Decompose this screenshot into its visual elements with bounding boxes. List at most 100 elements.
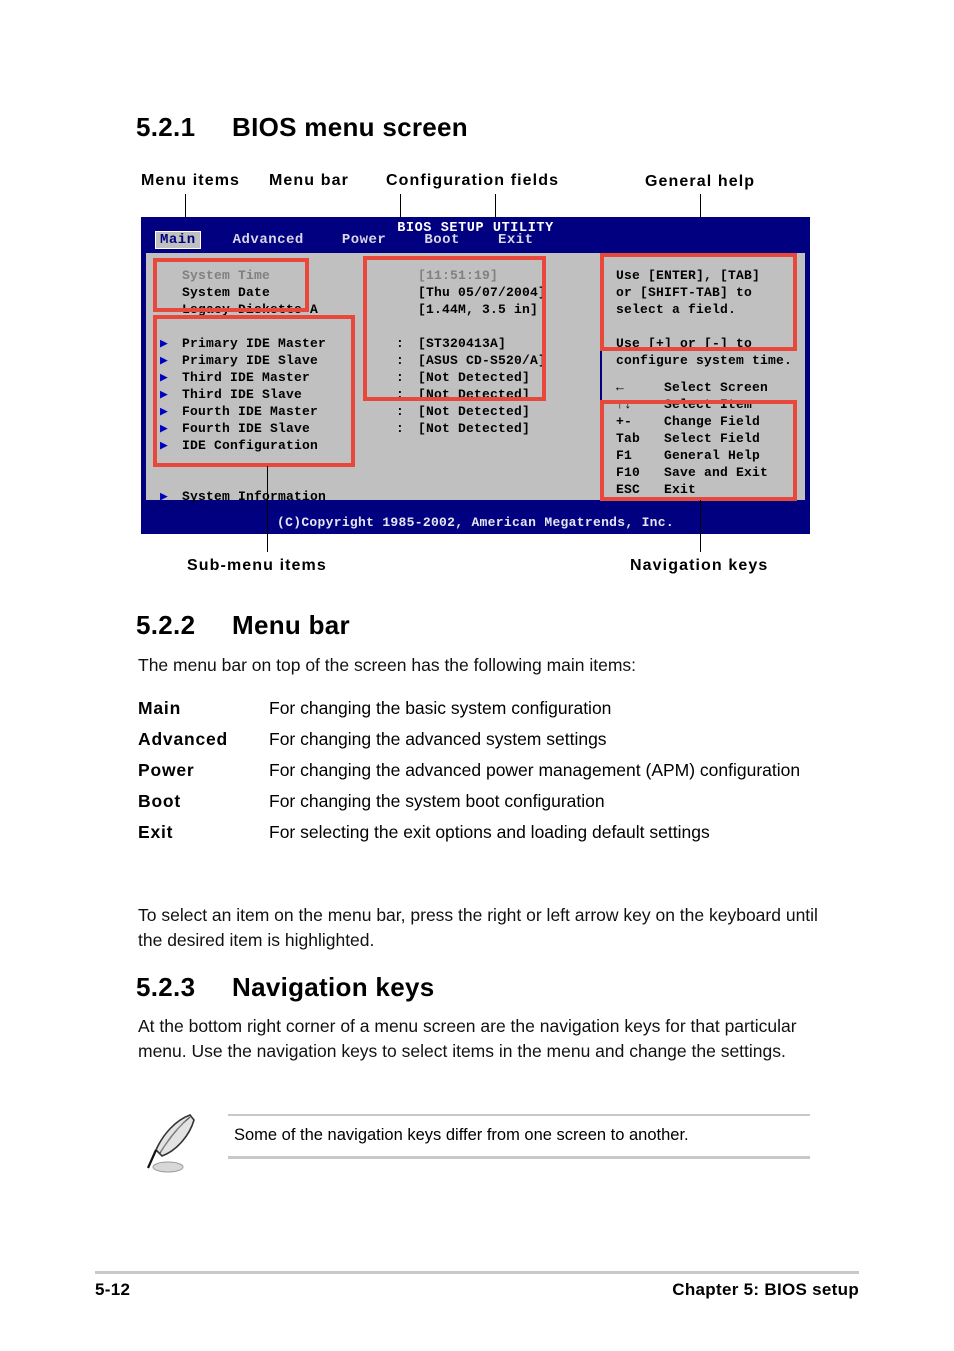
note-text: Some of the navigation keys differ from … <box>234 1126 689 1144</box>
section-number-521: 5.2.1 <box>136 112 196 142</box>
menu-bar-description: For changing the system boot configurati… <box>269 791 605 811</box>
bios-tab-exit[interactable]: Exit <box>493 231 539 249</box>
callout-configuration-fields: Configuration fields <box>386 172 560 189</box>
menu-bar-item-boot: Boot For changing the system boot config… <box>138 789 828 814</box>
menu-bar-description: For changing the advanced power manageme… <box>269 760 801 780</box>
nav-key-desc: Exit <box>664 482 697 497</box>
bios-row-label: Third IDE Slave <box>182 387 303 402</box>
bios-menu-items-column: System Time [11:51:19] System Date [Thu … <box>160 267 580 505</box>
bios-tab-power[interactable]: Power <box>337 231 392 249</box>
callout-menu-items: Menu items <box>141 172 241 189</box>
help-line: Use [+] or [-] to <box>616 336 753 351</box>
up-down-arrow-icon: ↑↓ <box>616 397 633 412</box>
bios-submenu-row-primary-ide-slave[interactable]: ▶ Primary IDE Slave : [ASUS CD-S520/A] <box>160 352 580 369</box>
bios-row-colon <box>396 301 418 318</box>
bios-row-label: IDE Configuration <box>182 438 319 453</box>
bios-submenu-row-system-information[interactable]: ▶ System Information <box>160 488 580 505</box>
menu-bar-term: Main <box>138 698 182 718</box>
bios-row-label: System Information <box>182 489 327 504</box>
bios-submenu-row-fourth-ide-master[interactable]: ▶ Fourth IDE Master : [Not Detected] <box>160 403 580 420</box>
bios-setup-screen: BIOS SETUP UTILITY Main Advanced Power B… <box>141 217 810 534</box>
callout-submenu-items: Sub-menu items <box>187 557 327 574</box>
bios-setting-row-legacy-diskette-a[interactable]: Legacy Diskette A [1.44M, 3.5 in] <box>160 301 580 318</box>
nav-key-row-save-and-exit: F10 Save and Exit <box>616 464 801 481</box>
section-title-523: Navigation keys <box>232 972 435 1002</box>
bios-row-colon: : <box>396 370 405 385</box>
footer-chapter-label: Chapter 5: BIOS setup <box>672 1280 859 1299</box>
bios-row-colon: : <box>396 336 405 351</box>
menu-bar-term: Power <box>138 760 195 780</box>
section-number-522: 5.2.2 <box>136 610 196 640</box>
footer-page-number: 5-12 <box>95 1280 131 1299</box>
bios-row-value[interactable]: [Thu 05/07/2004] <box>418 284 546 301</box>
bios-row-value: [ST320413A] <box>418 336 507 351</box>
bios-submenu-row-primary-ide-master[interactable]: ▶ Primary IDE Master : [ST320413A] <box>160 335 580 352</box>
bios-row-value[interactable]: [1.44M, 3.5 in] <box>418 301 538 318</box>
nav-key-desc: General Help <box>664 448 761 463</box>
bios-submenu-row-ide-configuration[interactable]: ▶ IDE Configuration <box>160 437 580 454</box>
menu-bar-term: Advanced <box>138 729 229 749</box>
nav-key-desc: Select Screen <box>664 380 769 395</box>
bios-setting-row-system-time[interactable]: System Time [11:51:19] <box>160 267 580 284</box>
nav-key-desc: Select Field <box>664 431 761 446</box>
help-line: select a field. <box>616 302 737 317</box>
submenu-arrow-icon: ▶ <box>160 404 169 419</box>
menu-bar-definition-list: Main For changing the basic system confi… <box>138 696 828 851</box>
section-heading-521: 5.2.1 BIOS menu screen <box>136 112 468 143</box>
bios-navigation-keys-panel: ← Select Screen ↑↓ Select Item +- Change… <box>616 379 801 498</box>
bios-tab-advanced[interactable]: Advanced <box>228 231 309 249</box>
menu-bar-description: For selecting the exit options and loadi… <box>269 822 710 842</box>
submenu-arrow-icon: ▶ <box>160 353 169 368</box>
bios-row-label: Third IDE Master <box>182 370 311 385</box>
bios-submenu-row-fourth-ide-slave[interactable]: ▶ Fourth IDE Slave : [Not Detected] <box>160 420 580 437</box>
bios-setting-row-system-date[interactable]: System Date [Thu 05/07/2004] <box>160 284 580 301</box>
bios-row-arrow <box>160 267 182 284</box>
leader-line-navigation-keys <box>700 500 701 552</box>
footer-divider <box>95 1271 859 1274</box>
nav-key-desc: Select Item <box>664 397 753 412</box>
nav-key-row-exit: ESC Exit <box>616 481 801 498</box>
bios-row-colon <box>396 488 418 505</box>
menu-bar-term: Exit <box>138 822 174 842</box>
bios-row-value: [Not Detected] <box>418 387 531 402</box>
menu-bar-description: For changing the advanced system setting… <box>269 729 607 749</box>
menu-bar-item-advanced: Advanced For changing the advanced syste… <box>138 727 828 752</box>
bios-row-colon <box>396 267 418 284</box>
nav-key-row-select-field: Tab Select Field <box>616 430 801 447</box>
bios-row-label: Legacy Diskette A <box>182 302 319 317</box>
bios-row-colon <box>396 437 418 454</box>
bios-submenu-row-third-ide-master[interactable]: ▶ Third IDE Master : [Not Detected] <box>160 369 580 386</box>
menu-bar-outro-text: To select an item on the menu bar, press… <box>138 905 818 950</box>
submenu-arrow-icon: ▶ <box>160 421 169 436</box>
nav-key-label: ESC <box>616 482 641 497</box>
bios-menu-bar[interactable]: Main Advanced Power Boot Exit <box>155 231 567 249</box>
help-line: Use [ENTER], [TAB] <box>616 268 761 283</box>
bios-row-label: Fourth IDE Master <box>182 404 319 419</box>
menu-bar-item-main: Main For changing the basic system confi… <box>138 696 828 721</box>
bios-row-label: System Time <box>182 268 271 283</box>
bios-row-label: Fourth IDE Slave <box>182 421 311 436</box>
bios-row-colon: : <box>396 421 405 436</box>
submenu-arrow-icon: ▶ <box>160 387 169 402</box>
nav-key-row-select-screen: ← Select Screen <box>616 379 801 396</box>
quill-pen-icon <box>146 1114 195 1173</box>
bios-row-value: [Not Detected] <box>418 370 531 385</box>
bios-row-colon <box>396 284 418 301</box>
bios-submenu-row-third-ide-slave[interactable]: ▶ Third IDE Slave : [Not Detected] <box>160 386 580 403</box>
section-title-521: BIOS menu screen <box>232 112 468 142</box>
bios-tab-main[interactable]: Main <box>155 231 201 249</box>
section-number-523: 5.2.3 <box>136 972 196 1002</box>
nav-key-row-general-help: F1 General Help <box>616 447 801 464</box>
bios-tab-boot[interactable]: Boot <box>419 231 465 249</box>
nav-key-row-change-field: +- Change Field <box>616 413 801 430</box>
menu-bar-intro-text: The menu bar on top of the screen has th… <box>138 655 637 675</box>
section-title-522: Menu bar <box>232 610 350 640</box>
bios-row-value: [ASUS CD-S520/A] <box>418 353 547 368</box>
bios-row-value[interactable]: [11:51:19] <box>418 267 498 284</box>
bios-row-colon: : <box>396 404 405 419</box>
menu-bar-term: Boot <box>138 791 182 811</box>
help-line: or [SHIFT-TAB] to <box>616 285 753 300</box>
bios-row-value: [Not Detected] <box>418 404 531 419</box>
nav-key-row-select-item: ↑↓ Select Item <box>616 396 801 413</box>
bios-row-arrow <box>160 301 182 318</box>
